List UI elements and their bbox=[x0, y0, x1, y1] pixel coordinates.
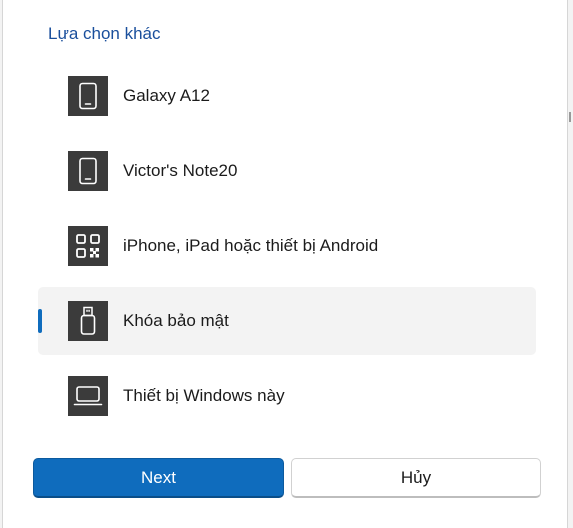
phone-icon bbox=[68, 151, 108, 191]
option-this-windows-device[interactable]: Thiết bị Windows này bbox=[38, 362, 536, 430]
option-label: Thiết bị Windows này bbox=[123, 386, 285, 405]
laptop-icon bbox=[68, 376, 108, 416]
phone-icon bbox=[68, 76, 108, 116]
option-label: iPhone, iPad hoặc thiết bị Android bbox=[123, 236, 379, 255]
passkey-options-dialog: Lựa chọn khác Galaxy A12 Victor's Note20 bbox=[2, 0, 568, 528]
option-galaxy-a12[interactable]: Galaxy A12 bbox=[38, 62, 536, 130]
option-label: Victor's Note20 bbox=[123, 161, 238, 180]
option-security-key[interactable]: Khóa bảo mật bbox=[38, 287, 536, 355]
selection-indicator bbox=[38, 309, 42, 333]
window-edge-mark bbox=[569, 112, 571, 122]
qr-code-icon bbox=[68, 226, 108, 266]
option-label: Khóa bảo mật bbox=[123, 311, 229, 330]
option-label: Galaxy A12 bbox=[123, 86, 210, 105]
option-iphone-ipad-android[interactable]: iPhone, iPad hoặc thiết bị Android bbox=[38, 212, 536, 280]
next-button[interactable]: Next bbox=[33, 458, 284, 498]
option-victors-note20[interactable]: Victor's Note20 bbox=[38, 137, 536, 205]
usb-key-icon bbox=[68, 301, 108, 341]
cancel-button[interactable]: Hủy bbox=[291, 458, 541, 498]
section-title: Lựa chọn khác bbox=[48, 24, 161, 43]
